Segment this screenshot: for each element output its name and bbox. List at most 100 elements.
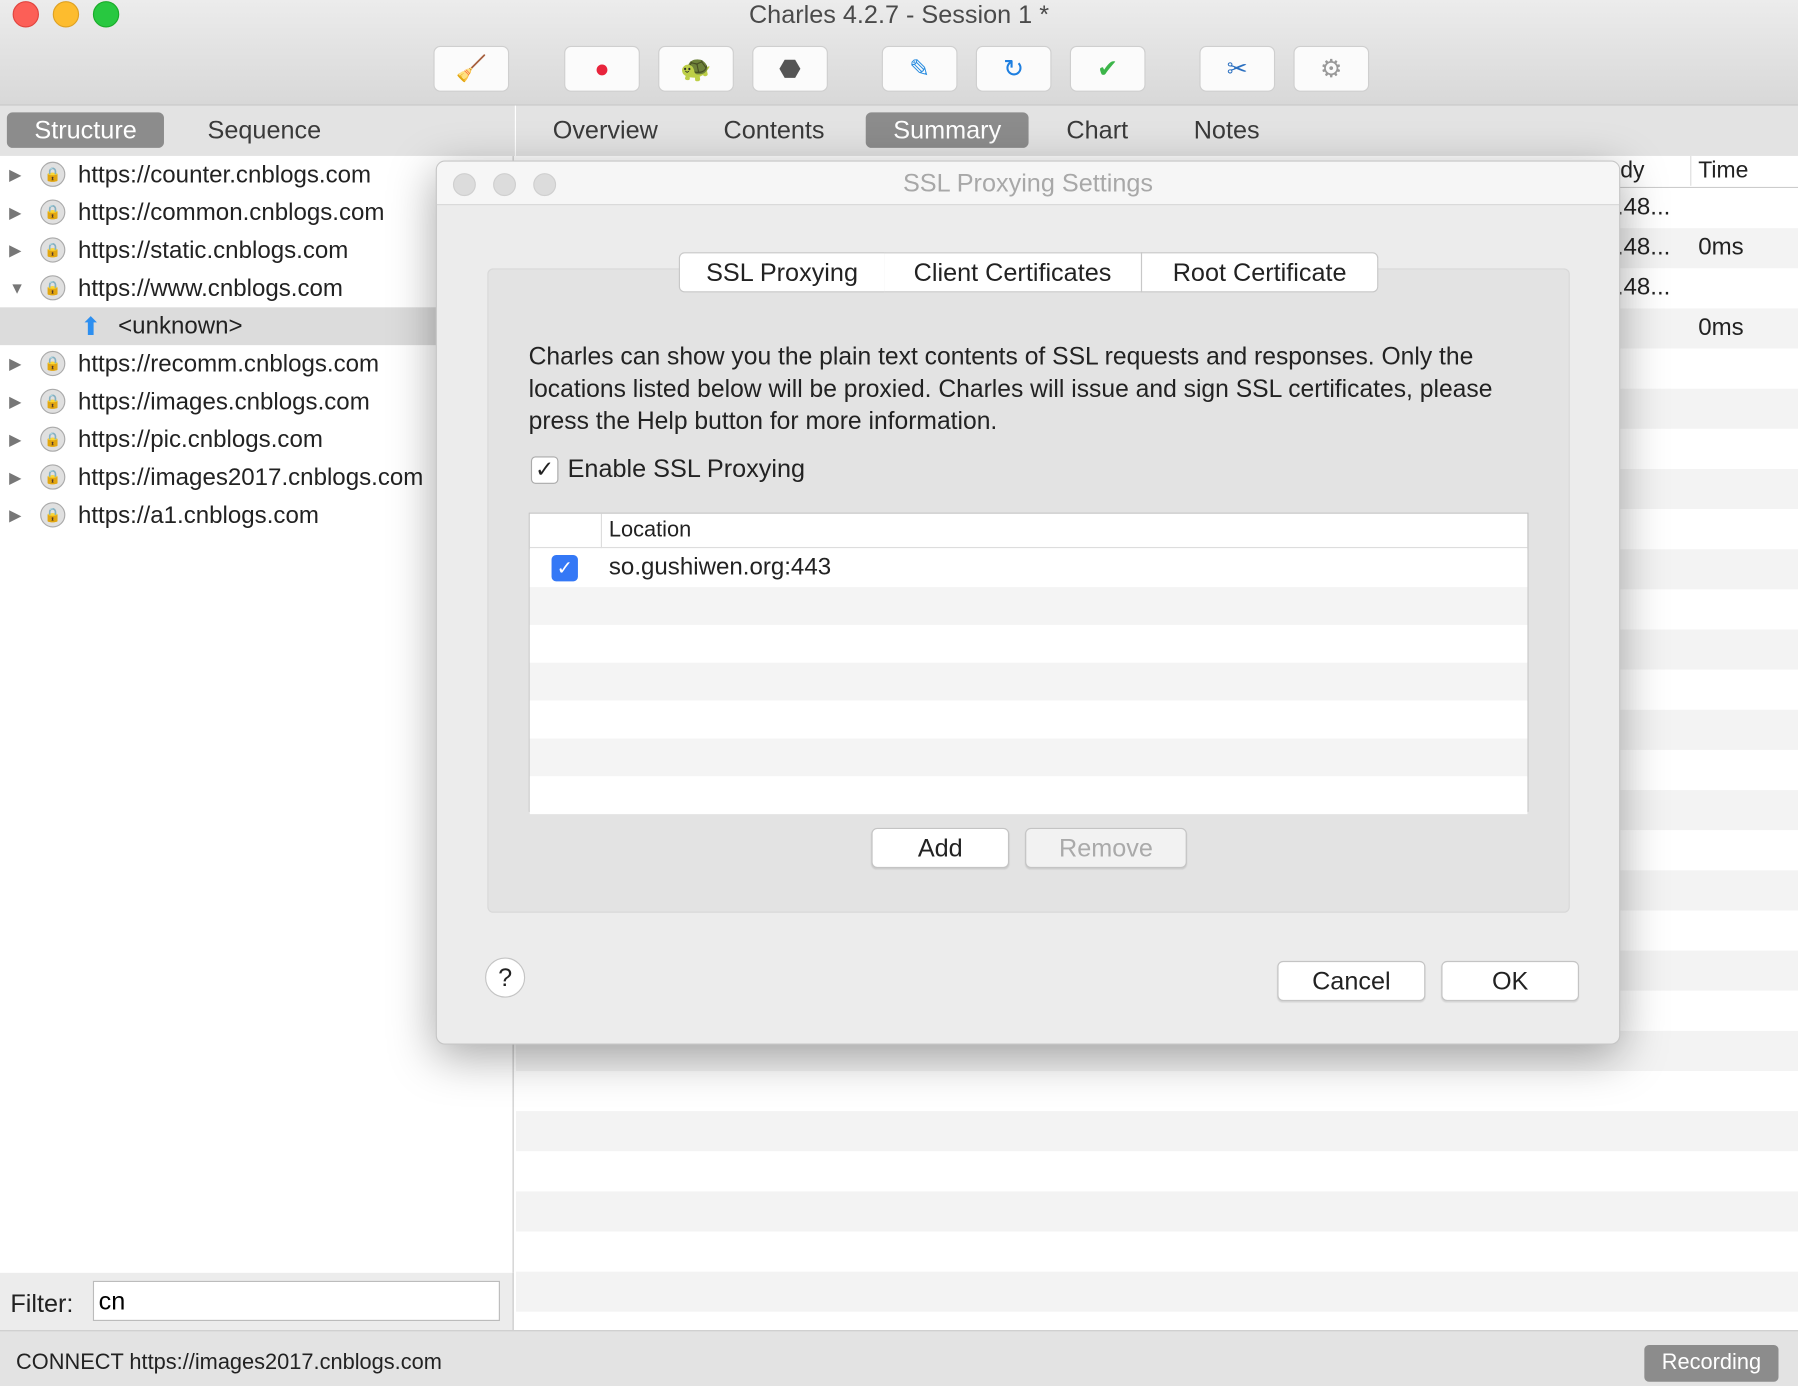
table-row[interactable] — [516, 1111, 1798, 1152]
tab-summary[interactable]: Summary — [865, 112, 1029, 148]
tab-ssl-proxying[interactable]: SSL Proxying — [678, 252, 886, 293]
table-row[interactable] — [516, 1191, 1798, 1232]
tab-contents[interactable]: Contents — [696, 112, 852, 148]
broom-button[interactable]: 🧹 — [433, 45, 510, 92]
filter-input[interactable] — [92, 1280, 500, 1321]
refresh-button[interactable]: ↻ — [975, 45, 1052, 92]
location-row — [529, 700, 1528, 739]
disclosure-closed-icon[interactable]: ▶ — [9, 156, 21, 194]
broom-icon: 🧹 — [455, 53, 487, 83]
cell-body: .48... — [1616, 233, 1671, 261]
disclosure-closed-icon[interactable]: ▶ — [9, 194, 21, 232]
locations-table: Location ✓ so.gushiwen.org:443 — [528, 512, 1529, 815]
column-header-location[interactable]: Location — [609, 518, 691, 543]
status-bar: CONNECT https://images2017.cnblogs.com R… — [0, 1330, 1798, 1386]
charles-window: Charles 4.2.7 - Session 1 * 🧹 ● 🐢 ⬣ ✎ ↻ ✔ ✂ ⚙ St… — [0, 0, 1798, 1386]
tree-item-label: https://counter.cnblogs.com — [77, 161, 372, 189]
tools-button[interactable]: ✂ — [1199, 45, 1276, 92]
location-row — [529, 738, 1528, 777]
dialog-title: SSL Proxying Settings — [436, 161, 1620, 206]
pen-button[interactable]: ✎ — [881, 45, 958, 92]
dialog-minimize-button — [493, 173, 517, 197]
cell-body: .48... — [1616, 193, 1671, 221]
turtle-button[interactable]: 🐢 — [658, 45, 734, 92]
tab-sequence[interactable]: Sequence — [180, 112, 349, 148]
enable-ssl-checkbox[interactable]: ✓ — [530, 456, 559, 484]
lock-icon: 🔒 — [40, 275, 66, 301]
checkmark-icon: ✔ — [1097, 53, 1119, 83]
gear-button[interactable]: ⚙ — [1293, 45, 1370, 92]
checkmark-button[interactable]: ✔ — [1069, 45, 1146, 92]
location-row — [529, 776, 1528, 815]
location-value: so.gushiwen.org:443 — [608, 553, 832, 581]
lock-icon: 🔒 — [40, 199, 66, 225]
location-row[interactable]: ✓ so.gushiwen.org:443 — [529, 549, 1528, 588]
filter-bar: Filter: — [0, 1272, 514, 1331]
tree-item-label: https://static.cnblogs.com — [77, 237, 349, 264]
tab-root-certificate[interactable]: Root Certificate — [1140, 252, 1379, 293]
tree-item-label: https://recomm.cnblogs.com — [77, 350, 380, 378]
tree-item-label: https://common.cnblogs.com — [77, 199, 385, 226]
lock-icon: 🔒 — [40, 388, 66, 414]
cell-body: .48... — [1616, 274, 1671, 301]
tools-icon: ✂ — [1226, 53, 1248, 83]
tree-item-label: https://pic.cnblogs.com — [77, 426, 323, 453]
turtle-icon: 🐢 — [680, 53, 712, 83]
table-row[interactable] — [516, 1070, 1798, 1112]
help-button[interactable]: ? — [485, 957, 526, 998]
stop-hexagon-icon: ⬣ — [779, 53, 802, 83]
location-row — [529, 587, 1528, 625]
tab-structure[interactable]: Structure — [6, 112, 165, 148]
pen-icon: ✎ — [909, 53, 931, 83]
column-header-time[interactable]: Time — [1698, 158, 1748, 184]
disclosure-closed-icon[interactable]: ▶ — [9, 232, 21, 270]
add-button[interactable]: Add — [871, 827, 1010, 869]
location-enabled-checkbox[interactable]: ✓ — [551, 554, 578, 582]
tab-client-certificates[interactable]: Client Certificates — [884, 252, 1143, 293]
lock-icon: 🔒 — [40, 426, 66, 452]
table-row[interactable] — [516, 1271, 1798, 1312]
disclosure-closed-icon[interactable]: ▶ — [9, 497, 21, 535]
disclosure-closed-icon[interactable]: ▶ — [9, 383, 21, 421]
tree-item-label: https://a1.cnblogs.com — [77, 502, 319, 529]
cell-time: 0ms — [1698, 314, 1744, 341]
cancel-button[interactable]: Cancel — [1277, 960, 1426, 1002]
disclosure-closed-icon[interactable]: ▶ — [9, 421, 21, 459]
disclosure-closed-icon[interactable]: ▶ — [9, 345, 21, 383]
tree-item-label: https://images.cnblogs.com — [77, 388, 370, 416]
status-text: CONNECT https://images2017.cnblogs.com — [16, 1350, 442, 1375]
locations-header: Location — [529, 513, 1528, 549]
column-header-body[interactable]: dy — [1620, 158, 1644, 184]
title-toolbar: Charles 4.2.7 - Session 1 * 🧹 ● 🐢 ⬣ ✎ ↻ ✔ ✂ ⚙ — [0, 0, 1798, 106]
ok-button[interactable]: OK — [1441, 960, 1579, 1002]
recording-button[interactable]: Recording — [1644, 1345, 1779, 1382]
dialog-close-button[interactable] — [452, 173, 476, 197]
gear-icon: ⚙ — [1319, 53, 1343, 83]
enable-ssl-label: Enable SSL Proxying — [567, 454, 806, 483]
tab-notes[interactable]: Notes — [1166, 112, 1287, 148]
lock-icon: 🔒 — [40, 237, 66, 263]
table-row[interactable] — [516, 1151, 1798, 1192]
refresh-icon: ↻ — [1003, 53, 1025, 83]
table-row[interactable] — [516, 1231, 1798, 1272]
lock-icon: 🔒 — [40, 350, 66, 377]
record-button[interactable]: ● — [564, 45, 640, 92]
lock-icon: 🔒 — [40, 464, 66, 490]
stop-hexagon-button[interactable]: ⬣ — [752, 45, 828, 92]
tree-item-label: <unknown> — [118, 313, 243, 340]
lock-icon: 🔒 — [40, 161, 66, 187]
tab-chart[interactable]: Chart — [1039, 112, 1156, 148]
cell-time: 0ms — [1698, 233, 1744, 261]
tree-item-label: https://images2017.cnblogs.com — [77, 464, 424, 491]
remove-button[interactable]: Remove — [1025, 827, 1187, 869]
dialog-zoom-button — [533, 173, 557, 197]
filter-label: Filter: — [10, 1288, 74, 1318]
tab-overview[interactable]: Overview — [525, 112, 685, 148]
record-icon: ● — [594, 53, 610, 83]
disclosure-open-icon[interactable]: ▼ — [9, 269, 25, 307]
window-title: Charles 4.2.7 - Session 1 * — [748, 0, 1050, 29]
ssl-proxying-settings-dialog: SSL Proxying Settings SSL Proxying Clien… — [435, 160, 1621, 1045]
location-row — [529, 662, 1528, 701]
lock-icon: 🔒 — [40, 502, 66, 528]
disclosure-closed-icon[interactable]: ▶ — [9, 459, 21, 497]
